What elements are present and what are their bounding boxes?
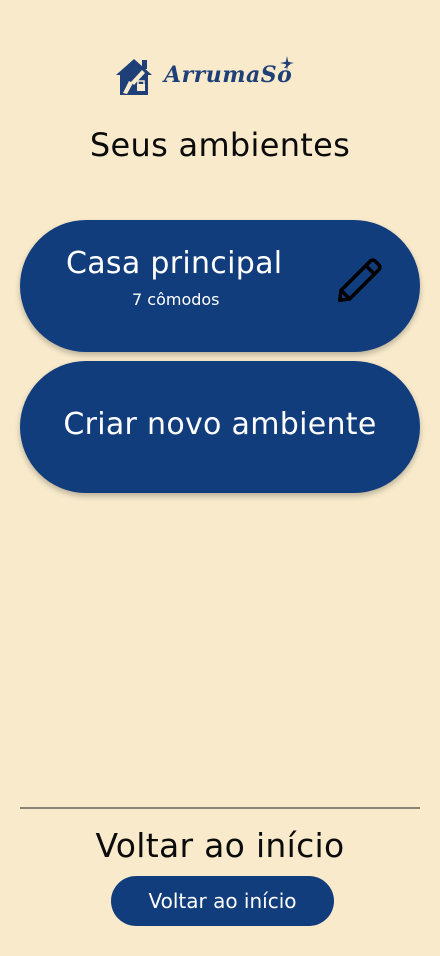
create-environment-label: Criar novo ambiente [63,407,377,442]
pencil-edit-icon [337,258,382,303]
page-title: Seus ambientes [89,126,351,164]
create-environment-button[interactable]: Criar novo ambiente [20,361,420,493]
edit-environment-button[interactable] [332,252,388,308]
brand-name: ArrumaSó [164,62,293,88]
environment-room-count: 7 cômodos [132,290,220,309]
back-to-home-button[interactable]: Voltar ao início [111,876,334,926]
app-logo: ArrumaSó [112,52,295,98]
house-cleaning-logo-icon [116,59,152,95]
footer-title: Voltar ao início [95,826,345,865]
sparkle-icon [280,56,295,70]
environment-name: Casa principal [66,246,283,281]
footer-divider [20,807,420,809]
environment-card[interactable]: Casa principal 7 cômodos [20,220,420,352]
